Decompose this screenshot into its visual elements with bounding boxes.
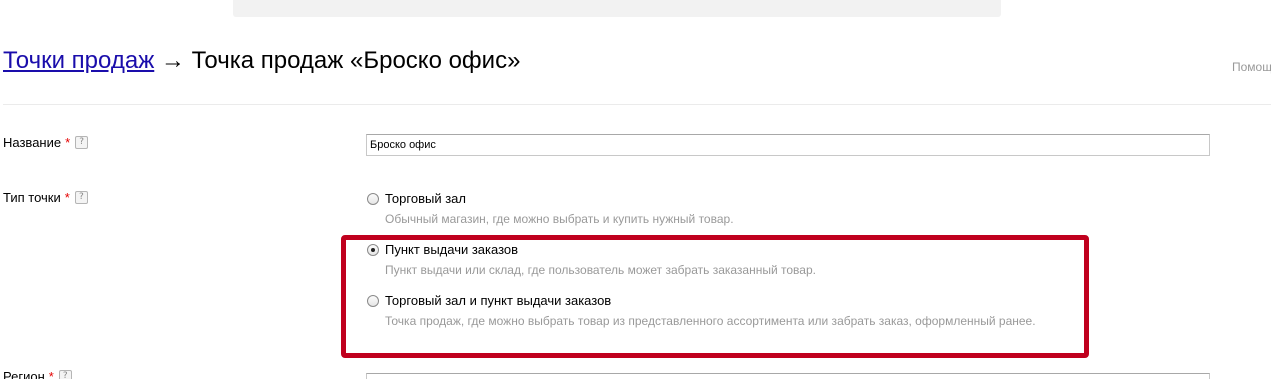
required-mark: * (64, 190, 70, 205)
radio-option-description: Точка продаж, где можно выбрать товар из… (385, 314, 1036, 328)
help-hint-icon[interactable]: ? (75, 136, 89, 149)
header-divider (3, 104, 1271, 105)
required-mark: * (48, 369, 54, 379)
radio-option-label[interactable]: Торговый зал (385, 191, 466, 206)
top-bar (233, 0, 1001, 17)
type-field-label: Тип точки * ? (3, 190, 88, 205)
breadcrumb-arrow: → (154, 47, 192, 74)
help-hint-icon[interactable]: ? (74, 191, 88, 204)
radio-button[interactable] (367, 192, 379, 205)
help-link[interactable]: Помощ (1232, 60, 1271, 74)
help-hint-icon[interactable]: ? (58, 370, 72, 379)
radio-option-description: Пункт выдачи или склад, где пользователь… (385, 263, 816, 277)
radio-option-pickup-point[interactable]: Пункт выдачи заказов (367, 242, 518, 257)
radio-option-label[interactable]: Торговый зал и пункт выдачи заказов (385, 293, 611, 308)
name-input[interactable] (366, 134, 1210, 156)
radio-option-sales-floor[interactable]: Торговый зал (367, 191, 466, 206)
breadcrumb-parent-link[interactable]: Точки продаж (3, 47, 154, 74)
radio-button[interactable] (367, 294, 379, 307)
region-select[interactable] (366, 373, 1210, 379)
region-label-text: Регион (3, 369, 45, 379)
radio-option-sales-and-pickup[interactable]: Торговый зал и пункт выдачи заказов (367, 293, 611, 308)
name-label-text: Название (3, 135, 62, 150)
radio-option-description: Обычный магазин, где можно выбрать и куп… (385, 212, 734, 226)
breadcrumb-current: Точка продаж «Броско офис» (191, 47, 521, 74)
page-title: Точки продаж → Точка продаж «Броско офис… (3, 46, 520, 76)
radio-button-checked[interactable] (367, 243, 379, 256)
region-field-label: Регион * ? (3, 369, 72, 379)
type-label-text: Тип точки (3, 190, 61, 205)
name-field-label: Название * ? (3, 135, 89, 150)
radio-option-label[interactable]: Пункт выдачи заказов (385, 242, 518, 257)
required-mark: * (65, 135, 71, 150)
